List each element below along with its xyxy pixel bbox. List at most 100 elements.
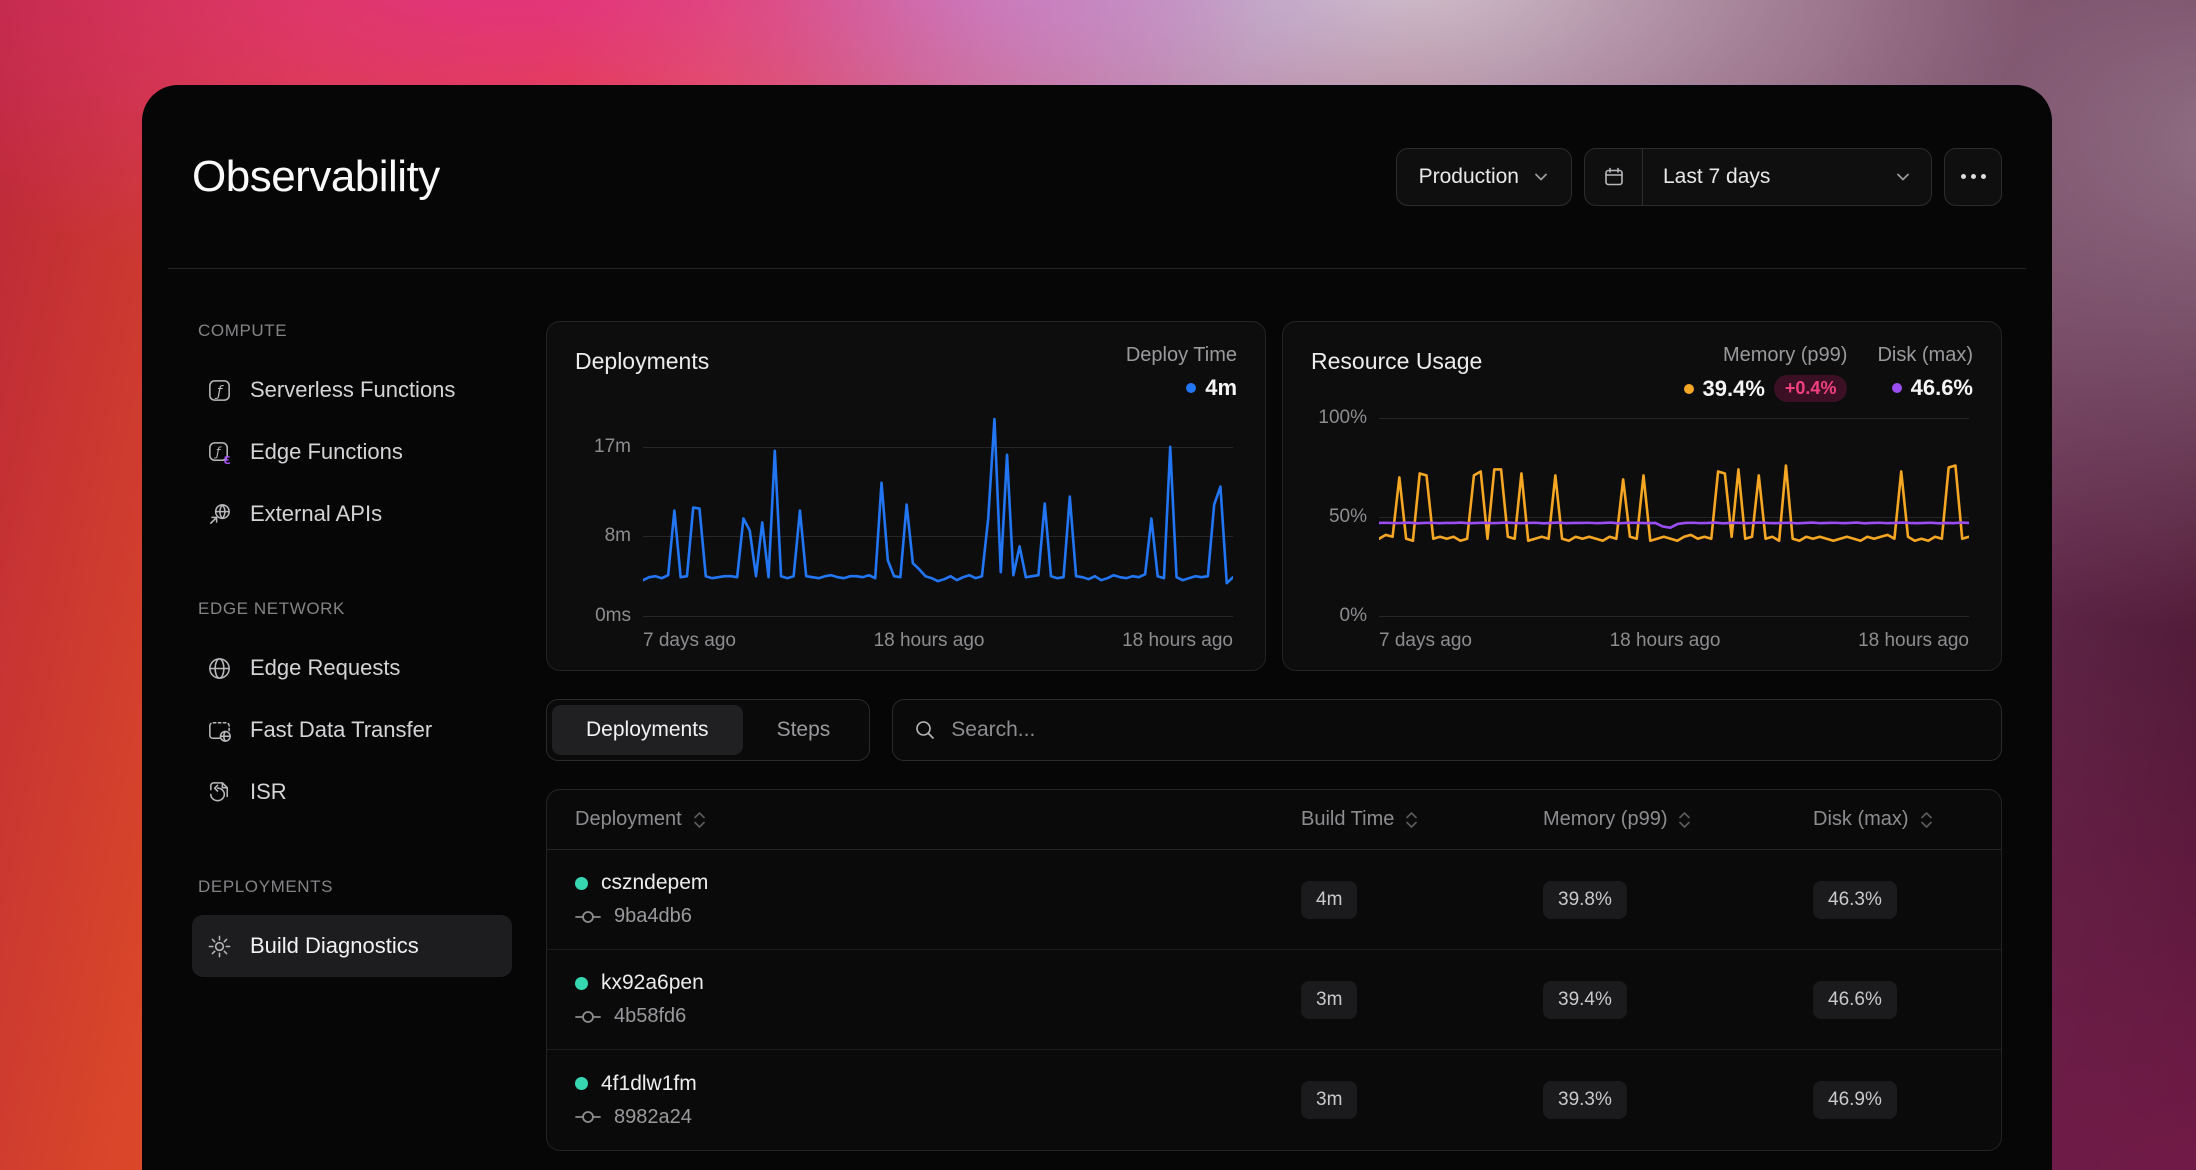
tab-deployments[interactable]: Deployments (552, 705, 743, 755)
sidebar-item-isr[interactable]: ISR (192, 761, 512, 823)
sidebar-item-build-diagnostics[interactable]: Build Diagnostics (192, 915, 512, 977)
memory-p99-badge: 39.3% (1543, 1081, 1627, 1119)
search-input[interactable] (951, 718, 1981, 742)
chevron-down-icon (1533, 169, 1549, 185)
globe-icon (206, 655, 233, 682)
memory-p99-badge: 39.8% (1543, 881, 1627, 919)
disk-max-badge: 46.3% (1813, 881, 1897, 919)
search-box[interactable] (892, 699, 2002, 761)
column-header-deployment[interactable]: Deployment (575, 808, 1301, 831)
svg-text:ƒ: ƒ (214, 383, 224, 399)
sort-icon (1919, 810, 1934, 830)
status-dot (575, 877, 588, 890)
svg-text:Ɛ: Ɛ (224, 455, 231, 466)
delta-badge: +0.4% (1774, 375, 1848, 402)
legend-dot (1186, 383, 1196, 393)
tab-steps[interactable]: Steps (743, 705, 865, 755)
sort-icon (1677, 810, 1692, 830)
x-axis-tick: 7 days ago (643, 630, 736, 652)
commit-icon (575, 1009, 601, 1025)
deployment-name: 4f1dlw1fm (601, 1072, 697, 1096)
commit-icon (575, 1109, 601, 1125)
y-axis-tick: 0ms (575, 605, 631, 627)
legend-dot (1892, 383, 1902, 393)
y-axis-tick: 50% (1311, 506, 1367, 528)
date-range-control: Last 7 days (1584, 148, 1932, 206)
x-axis-tick: 18 hours ago (1610, 630, 1721, 652)
commit-icon (575, 909, 601, 925)
table-row[interactable]: kx92a6pen4b58fd63m39.4%46.6% (547, 950, 2001, 1050)
sidebar-section-label: DEPLOYMENTS (198, 877, 546, 897)
column-header-disk-max-[interactable]: Disk (max) (1813, 808, 1973, 831)
legend-entry: Deploy Time4m (1126, 344, 1237, 401)
chart-title: Resource Usage (1311, 344, 1482, 375)
legend-entry: Disk (max) 46.6% (1877, 344, 1973, 402)
deployment-name: cszndepem (601, 871, 708, 895)
resource-usage-chart-card: Resource Usage Memory (p99) 39.4% +0.4% Dis… (1282, 321, 2002, 671)
observability-window: Observability Production Last 7 days (142, 85, 2052, 1170)
sidebar: COMPUTE ƒ Serverless Functions ƒƐEdge Funct… (192, 321, 546, 1151)
sidebar-item-label: Fast Data Transfer (250, 717, 432, 743)
chart-area: 17m8m0ms 7 days ago18 hours ago18 hours … (575, 407, 1237, 652)
x-axis-labels: 7 days ago18 hours ago18 hours ago (643, 630, 1233, 652)
isr-icon (206, 779, 233, 806)
sort-icon (692, 810, 707, 830)
sidebar-item-external-apis[interactable]: External APIs (192, 483, 512, 545)
y-axis-tick: 17m (575, 436, 631, 458)
sidebar-item-edge-functions[interactable]: ƒƐEdge Functions (192, 421, 512, 483)
sidebar-item-label: Edge Requests (250, 655, 400, 681)
legend-label: Disk (max) (1877, 344, 1973, 367)
more-options-button[interactable] (1944, 148, 2002, 206)
chart-svg (643, 417, 1233, 616)
main-panel: Deployments Deploy Time4m 17m8m0ms 7 day… (546, 321, 2002, 1151)
memory-p99--line (1379, 466, 1969, 541)
calendar-button[interactable] (1585, 149, 1643, 205)
legend-value: 39.4% (1703, 376, 1765, 402)
date-range-label: Last 7 days (1663, 165, 1770, 189)
app-header: Observability Production Last 7 days (168, 85, 2026, 269)
function-icon: ƒ (206, 377, 233, 404)
legend-label: Memory (p99) (1723, 344, 1847, 367)
column-header-build-time[interactable]: Build Time (1301, 808, 1543, 831)
y-axis-tick: 0% (1311, 605, 1367, 627)
search-icon (913, 718, 937, 742)
sidebar-item-fast-data-transfer[interactable]: Fast Data Transfer (192, 699, 512, 761)
date-range-dropdown[interactable]: Last 7 days (1643, 165, 1931, 189)
disk-max-badge: 46.6% (1813, 981, 1897, 1019)
x-axis-tick: 18 hours ago (1122, 630, 1233, 652)
x-axis-tick: 7 days ago (1379, 630, 1472, 652)
status-dot (575, 1077, 588, 1090)
x-axis-labels: 7 days ago18 hours ago18 hours ago (1379, 630, 1969, 652)
y-axis-tick: 100% (1311, 407, 1367, 429)
chart-svg (1379, 418, 1969, 616)
external-api-icon (206, 501, 233, 528)
sidebar-item-edge-requests[interactable]: Edge Requests (192, 637, 512, 699)
table-row[interactable]: 4f1dlw1fm8982a243m39.3%46.9% (547, 1050, 2001, 1150)
environment-dropdown[interactable]: Production (1396, 148, 1572, 206)
chart-plot: 17m8m0ms (643, 417, 1233, 616)
sidebar-section: EDGE NETWORK Edge Requests Fast Data Trans… (192, 599, 546, 823)
sidebar-item-label: External APIs (250, 501, 382, 527)
ellipsis-icon (1961, 174, 1966, 179)
charts-row: Deployments Deploy Time4m 17m8m0ms 7 day… (546, 321, 2002, 671)
edge-function-icon: ƒƐ (206, 439, 233, 466)
column-header-memory-p99-[interactable]: Memory (p99) (1543, 808, 1813, 831)
table-row[interactable]: cszndepem9ba4db64m39.8%46.3% (547, 850, 2001, 950)
memory-p99-badge: 39.4% (1543, 981, 1627, 1019)
sidebar-item-label: Build Diagnostics (250, 933, 419, 959)
deployments-table: DeploymentBuild TimeMemory (p99)Disk (ma… (546, 789, 2002, 1151)
deploy-time-line (643, 419, 1233, 583)
sidebar-section-label: EDGE NETWORK (198, 599, 546, 619)
chart-legend: Memory (p99) 39.4% +0.4% Disk (max) 46.6% (1684, 344, 1973, 402)
legend-dot (1684, 384, 1694, 394)
commit-hash: 4b58fd6 (614, 1005, 686, 1028)
header-controls: Production Last 7 days (1396, 148, 2002, 206)
sidebar-section-label: COMPUTE (198, 321, 546, 341)
svg-text:ƒ: ƒ (214, 443, 222, 458)
sidebar-item-serverless-functions[interactable]: ƒ Serverless Functions (192, 359, 512, 421)
gear-icon (206, 933, 233, 960)
sidebar-item-label: Serverless Functions (250, 377, 455, 403)
legend-value: 46.6% (1911, 375, 1973, 401)
calendar-icon (1602, 165, 1626, 189)
chart-plot: 100%50%0% (1379, 418, 1969, 616)
